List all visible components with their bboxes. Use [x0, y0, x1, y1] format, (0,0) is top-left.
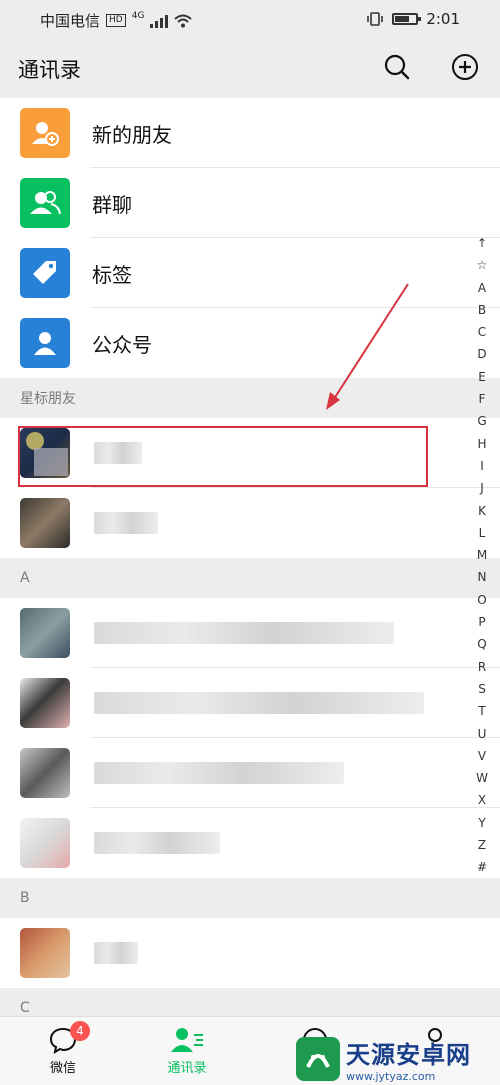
- alphabet-index-item[interactable]: S: [470, 678, 494, 700]
- alphabet-index-item[interactable]: D: [470, 343, 494, 365]
- tab-contacts-label: 通讯录: [167, 1061, 207, 1076]
- watermark-title: 天源安卓网: [346, 1041, 471, 1069]
- alphabet-index-item[interactable]: U: [470, 723, 494, 745]
- contact-row[interactable]: [0, 598, 500, 668]
- contact-name-redacted: [94, 512, 158, 534]
- top-bar: 通讯录: [0, 38, 500, 98]
- tags-entry[interactable]: 标签: [0, 238, 500, 308]
- official-accounts-entry[interactable]: 公众号: [0, 308, 500, 378]
- contact-name-redacted: [94, 692, 424, 714]
- tag-icon: [20, 248, 70, 298]
- alphabet-index-item[interactable]: Q: [470, 633, 494, 655]
- alphabet-index-item[interactable]: L: [470, 522, 494, 544]
- alphabet-index-item[interactable]: T: [470, 700, 494, 722]
- avatar: [20, 498, 70, 548]
- contacts-list: 新的朋友 群聊 标签 公众号 星标朋友 A B C: [0, 98, 500, 1016]
- alphabet-index-item[interactable]: M: [470, 544, 494, 566]
- hd-icon: HD: [106, 14, 126, 27]
- avatar: [20, 818, 70, 868]
- contact-name-redacted: [94, 762, 344, 784]
- add-friend-icon: [20, 108, 70, 158]
- section-header-a: A: [0, 558, 500, 598]
- alphabet-index-item[interactable]: C: [470, 321, 494, 343]
- annotation-arrow: [326, 283, 409, 410]
- alphabet-index-item[interactable]: F: [470, 388, 494, 410]
- alphabet-index-item[interactable]: P: [470, 611, 494, 633]
- new-friends-label: 新的朋友: [92, 122, 172, 147]
- alphabet-index-item[interactable]: Z: [470, 834, 494, 856]
- page-title: 通讯录: [18, 58, 81, 82]
- alphabet-index-item[interactable]: O: [470, 589, 494, 611]
- alphabet-index[interactable]: ↑ ☆ A B C D E F G H I J K L M N O P Q R S T U V W X Y Z #: [470, 232, 494, 879]
- alphabet-index-item[interactable]: J: [470, 477, 494, 499]
- alphabet-index-item[interactable]: G: [470, 410, 494, 432]
- tab-contacts[interactable]: 通讯录: [142, 1023, 232, 1076]
- alphabet-index-item[interactable]: X: [470, 789, 494, 811]
- section-header-starred: 星标朋友: [0, 378, 500, 418]
- search-icon[interactable]: [382, 52, 412, 82]
- wifi-icon: [174, 14, 193, 27]
- official-account-icon: [20, 318, 70, 368]
- highlight-box: [18, 426, 428, 487]
- alphabet-index-item[interactable]: W: [470, 767, 494, 789]
- alphabet-index-item[interactable]: E: [470, 366, 494, 388]
- alphabet-index-item[interactable]: ↑: [470, 232, 494, 254]
- add-icon[interactable]: [450, 52, 480, 82]
- contact-row[interactable]: [0, 738, 500, 808]
- avatar: [20, 678, 70, 728]
- official-accounts-label: 公众号: [92, 332, 152, 357]
- status-bar: 中国电信 HD 4G 2:01: [0, 0, 500, 38]
- avatar: [20, 928, 70, 978]
- contact-row[interactable]: [0, 808, 500, 878]
- contact-row[interactable]: [0, 918, 500, 988]
- battery-icon: [392, 13, 422, 25]
- alphabet-index-item[interactable]: I: [470, 455, 494, 477]
- alphabet-index-item[interactable]: R: [470, 656, 494, 678]
- contacts-icon: [171, 1028, 203, 1052]
- avatar: [20, 748, 70, 798]
- contact-name-redacted: [94, 622, 394, 644]
- contact-name-redacted: [94, 832, 220, 854]
- alphabet-index-item[interactable]: #: [470, 856, 494, 878]
- contact-name-redacted: [94, 942, 138, 964]
- alphabet-index-item[interactable]: V: [470, 745, 494, 767]
- group-chats-label: 群聊: [92, 192, 132, 217]
- contact-row[interactable]: [0, 488, 500, 558]
- section-header-c: C: [0, 988, 500, 1016]
- alphabet-index-item[interactable]: B: [470, 299, 494, 321]
- new-friends-entry[interactable]: 新的朋友: [0, 98, 500, 168]
- group-chats-entry[interactable]: 群聊: [0, 168, 500, 238]
- watermark: 天源安卓网 www.jytyaz.com: [296, 1034, 500, 1084]
- alphabet-index-item[interactable]: H: [470, 433, 494, 455]
- tab-chats[interactable]: 4 微信: [18, 1021, 108, 1076]
- vibrate-icon: [367, 12, 384, 26]
- watermark-url: www.jytyaz.com: [346, 1070, 436, 1083]
- alphabet-index-item[interactable]: ☆: [470, 254, 494, 276]
- network-type: 4G: [131, 10, 145, 21]
- alphabet-index-item[interactable]: N: [470, 566, 494, 588]
- unread-badge: 4: [70, 1021, 90, 1041]
- section-header-b: B: [0, 878, 500, 918]
- tags-label: 标签: [92, 262, 132, 287]
- contact-row[interactable]: [0, 668, 500, 738]
- alphabet-index-item[interactable]: Y: [470, 812, 494, 834]
- group-icon: [20, 178, 70, 228]
- carrier-label: 中国电信: [40, 12, 101, 30]
- watermark-logo: [296, 1037, 340, 1081]
- tab-chats-label: 微信: [49, 1061, 76, 1076]
- avatar: [20, 608, 70, 658]
- clock: 2:01: [426, 10, 460, 28]
- alphabet-index-item[interactable]: K: [470, 500, 494, 522]
- alphabet-index-item[interactable]: A: [470, 277, 494, 299]
- signal-icon: [150, 14, 169, 28]
